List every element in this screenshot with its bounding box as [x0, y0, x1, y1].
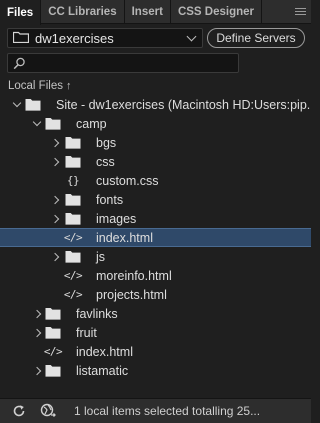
chevron-right-icon[interactable]	[50, 157, 60, 167]
site-dropdown-value: dw1exercises	[35, 30, 114, 46]
html-file-icon: </>	[63, 288, 83, 301]
tree-item-label: fonts	[96, 192, 124, 207]
tree-row[interactable]: </> index.html	[0, 228, 311, 247]
folder-icon	[64, 136, 82, 150]
html-file-icon: </>	[63, 269, 83, 282]
panel-menu-icon[interactable]	[289, 0, 311, 23]
tree-item-label: custom.css	[96, 173, 159, 188]
folder-icon	[64, 212, 82, 226]
tree-row[interactable]: css	[0, 152, 311, 171]
status-text: 1 local items selected totalling 25...	[74, 404, 261, 418]
search-icon	[13, 57, 26, 75]
tree-row[interactable]: favlinks	[0, 304, 311, 323]
tree-row[interactable]: images	[0, 209, 311, 228]
chevron-right-icon[interactable]	[32, 328, 42, 338]
tree-row[interactable]: fruit	[0, 323, 311, 342]
css-file-icon: {}	[66, 174, 80, 187]
chevron-right-icon[interactable]	[32, 366, 42, 376]
chevron-right-icon[interactable]	[50, 252, 60, 262]
folder-icon	[44, 364, 62, 378]
tree-item-label: index.html	[76, 344, 133, 359]
html-file-icon: </>	[43, 345, 63, 358]
tree-item-label: camp	[76, 116, 107, 131]
folder-icon	[44, 326, 62, 340]
folder-icon	[64, 250, 82, 264]
chevron-right-icon[interactable]	[50, 195, 60, 205]
tree-row[interactable]: {} custom.css	[0, 171, 311, 190]
folder-icon	[64, 193, 82, 207]
folder-icon	[44, 307, 62, 321]
tab-css-designer[interactable]: CSS Designer	[171, 0, 262, 24]
tree-row[interactable]: camp	[0, 114, 311, 133]
tree-item-label: index.html	[96, 230, 153, 245]
file-tree: Site - dw1exercises (Macintosh HD:Users:…	[0, 95, 311, 380]
local-files-header[interactable]: Local Files ↑	[8, 79, 71, 93]
tab-insert[interactable]: Insert	[125, 0, 171, 24]
tree-row[interactable]: Site - dw1exercises (Macintosh HD:Users:…	[0, 95, 311, 114]
chevron-down-icon[interactable]	[12, 98, 22, 110]
chevron-right-icon[interactable]	[50, 214, 60, 224]
tab-cc-libraries[interactable]: CC Libraries	[41, 0, 125, 24]
local-files-label: Local Files	[8, 80, 63, 92]
panel-tab-bar: Files CC Libraries Insert CSS Designer	[0, 0, 311, 25]
tree-item-label: moreinfo.html	[96, 268, 172, 283]
tree-item-label: fruit	[76, 325, 97, 340]
chevron-right-icon[interactable]	[50, 138, 60, 148]
globe-connect-icon[interactable]	[38, 401, 60, 421]
tree-item-label: Site - dw1exercises (Macintosh HD:Users:…	[56, 97, 311, 112]
site-dropdown[interactable]: dw1exercises	[7, 28, 203, 48]
tree-row[interactable]: </> index.html	[0, 342, 311, 361]
chevron-right-icon[interactable]	[32, 309, 42, 319]
tree-row[interactable]: js	[0, 247, 311, 266]
define-servers-button[interactable]: Define Servers	[207, 28, 305, 48]
chevron-down-icon[interactable]	[32, 117, 42, 129]
files-panel: Files CC Libraries Insert CSS Designer d…	[0, 0, 311, 423]
folder-icon	[64, 155, 82, 169]
tree-row[interactable]: fonts	[0, 190, 311, 209]
folder-icon	[44, 117, 62, 131]
search-input[interactable]	[7, 53, 239, 73]
chevron-down-icon	[186, 31, 197, 42]
folder-icon	[24, 98, 42, 112]
tree-item-label: css	[96, 154, 115, 169]
sort-arrow-icon: ↑	[65, 80, 72, 92]
tree-item-label: favlinks	[76, 306, 118, 321]
folder-icon	[12, 31, 30, 46]
tab-files[interactable]: Files	[0, 0, 42, 25]
tree-row[interactable]: bgs	[0, 133, 311, 152]
tree-item-label: projects.html	[96, 287, 167, 302]
tree-row[interactable]: </> projects.html	[0, 285, 311, 304]
refresh-icon[interactable]	[8, 401, 30, 421]
tree-item-label: js	[96, 249, 106, 264]
tree-item-label: bgs	[96, 135, 117, 150]
tree-row[interactable]: </> moreinfo.html	[0, 266, 311, 285]
tree-row[interactable]: listamatic	[0, 361, 311, 380]
html-file-icon: </>	[63, 231, 83, 244]
status-bar: 1 local items selected totalling 25...	[0, 398, 311, 423]
tree-item-label: images	[96, 211, 137, 226]
tree-item-label: listamatic	[76, 363, 129, 378]
